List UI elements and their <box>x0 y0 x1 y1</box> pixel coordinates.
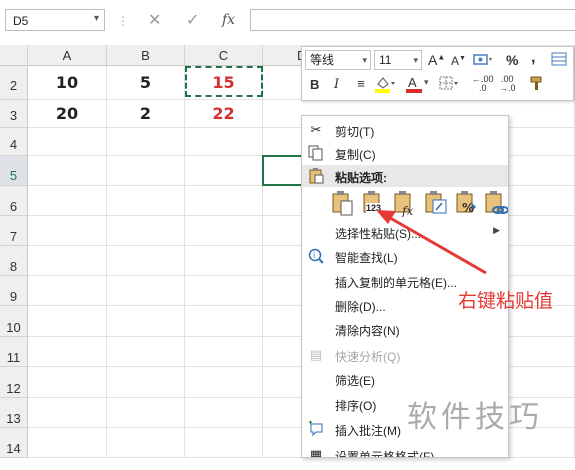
annotation-arrow <box>376 210 487 275</box>
annotation-label: 右键粘贴值 <box>458 291 554 312</box>
watermark: 软件技巧 <box>407 401 543 434</box>
